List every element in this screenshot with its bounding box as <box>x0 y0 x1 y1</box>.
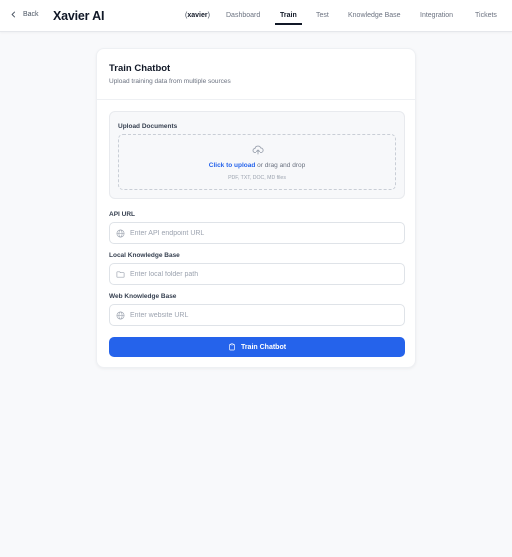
tab-knowledge-base[interactable]: Knowledge Base <box>348 12 401 19</box>
api-url-field[interactable] <box>109 222 405 244</box>
folder-icon <box>116 271 125 278</box>
upload-documents-section: Upload Documents Click to upload or drag… <box>109 111 405 199</box>
card-title: Train Chatbot <box>109 63 171 74</box>
chatbot-context: (xavier) <box>185 12 210 19</box>
globe-icon <box>116 229 125 238</box>
web-kb-input[interactable] <box>130 308 398 322</box>
click-to-upload-link[interactable]: Click to upload <box>209 162 256 169</box>
top-navbar: Back Xavier AI (xavier) Dashboard Train … <box>0 0 512 32</box>
drag-drop-text: or drag and drop <box>255 162 306 169</box>
tab-test[interactable]: Test <box>316 12 329 19</box>
train-chatbot-button[interactable]: Train Chatbot <box>109 337 405 357</box>
supported-file-types: PDF, TXT, DOC, MD files <box>228 175 286 181</box>
web-kb-label: Web Knowledge Base <box>109 293 177 300</box>
main-nav: (xavier) Dashboard Train Test Knowledge … <box>0 0 512 32</box>
card-divider <box>97 99 415 100</box>
tab-train[interactable]: Train <box>280 12 297 19</box>
globe-icon <box>116 311 125 320</box>
tab-dashboard[interactable]: Dashboard <box>226 12 260 19</box>
tab-tickets[interactable]: Tickets <box>475 12 497 19</box>
local-kb-input[interactable] <box>130 267 398 281</box>
upload-documents-label: Upload Documents <box>118 123 178 130</box>
dropzone-instructions: Click to upload or drag and drop <box>119 162 395 169</box>
clipboard-icon <box>229 343 235 351</box>
local-kb-label: Local Knowledge Base <box>109 252 180 259</box>
api-url-input[interactable] <box>130 226 398 240</box>
tab-integration[interactable]: Integration <box>420 12 453 19</box>
train-button-label: Train Chatbot <box>240 343 287 351</box>
active-tab-indicator <box>275 23 302 25</box>
card-subtitle: Upload training data from multiple sourc… <box>109 78 231 85</box>
upload-cloud-icon <box>252 145 264 155</box>
file-dropzone[interactable]: Click to upload or drag and drop PDF, TX… <box>118 134 396 190</box>
local-kb-field[interactable] <box>109 263 405 285</box>
api-url-label: API URL <box>109 211 135 218</box>
web-kb-field[interactable] <box>109 304 405 326</box>
chatbot-name: xavier <box>187 12 208 19</box>
train-chatbot-card: Train Chatbot Upload training data from … <box>96 48 416 368</box>
